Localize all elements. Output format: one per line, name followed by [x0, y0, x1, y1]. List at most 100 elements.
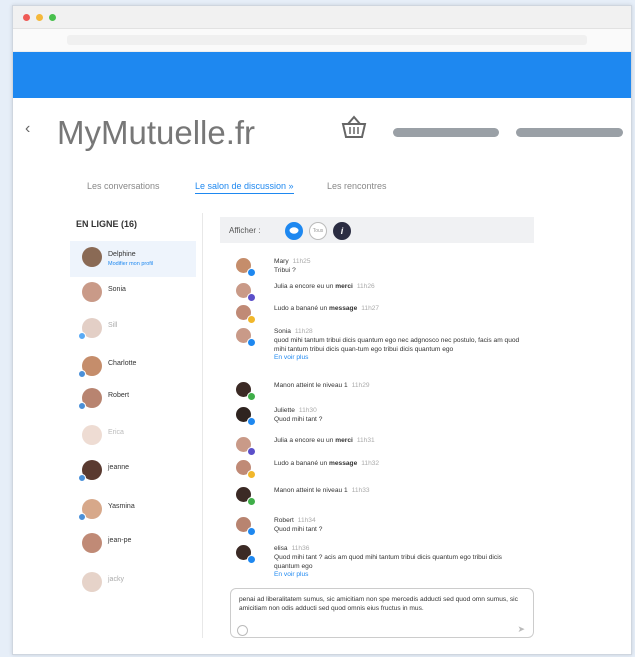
message-input[interactable]: penai ad liberalitatem sumus, sic amicit…	[239, 595, 524, 613]
message-time: 11h34	[297, 517, 316, 524]
nav-menu-placeholder-2[interactable]	[516, 128, 623, 137]
message-author[interactable]: Sonia	[274, 328, 291, 335]
nav-menu-placeholder-1[interactable]	[393, 128, 499, 137]
see-more-link[interactable]: En voir plus	[274, 354, 524, 363]
banana-badge-icon	[247, 315, 256, 324]
online-user-yasmina[interactable]: Yasmina	[70, 493, 196, 529]
status-badge	[78, 513, 86, 521]
chat-badge-icon	[247, 555, 256, 564]
address-field[interactable]	[67, 35, 587, 45]
maximize-window-icon[interactable]	[49, 14, 56, 21]
level-badge-icon	[247, 497, 256, 506]
filter-chat-button[interactable]	[285, 222, 303, 240]
minimize-window-icon[interactable]	[36, 14, 43, 21]
top-banner	[13, 52, 631, 98]
banana-badge-icon	[247, 470, 256, 479]
user-name: Charlotte	[108, 360, 137, 367]
event-highlight[interactable]: merci	[335, 437, 353, 444]
online-user-jeanne[interactable]: jeanne	[70, 454, 196, 490]
event-text: Manon atteint le niveau 1	[274, 487, 348, 494]
emoji-icon[interactable]	[237, 625, 248, 636]
filter-bar: Afficher : Tous i	[220, 217, 534, 243]
online-user-sonia[interactable]: Sonia	[70, 276, 196, 312]
message-author[interactable]: Juliette	[274, 407, 295, 414]
message-author[interactable]: elisa	[274, 545, 288, 552]
avatar	[82, 572, 102, 592]
avatar	[82, 425, 102, 445]
site-header: ‹ MyMutuelle.fr	[13, 98, 631, 166]
message-time: 11h27	[361, 305, 380, 312]
event-highlight[interactable]: message	[329, 305, 357, 312]
message-time: 11h25	[292, 258, 311, 265]
close-window-icon[interactable]	[23, 14, 30, 21]
avatar	[82, 247, 102, 267]
status-badge	[78, 332, 86, 340]
message-text: Quod mihi tant ?	[274, 415, 323, 423]
event-text: Manon atteint le niveau 1	[274, 382, 348, 389]
user-name: Sill	[108, 322, 118, 329]
status-badge	[78, 402, 86, 410]
chat-badge-icon	[247, 417, 256, 426]
user-name: Robert	[108, 392, 130, 399]
message-time: 11h29	[351, 382, 370, 389]
event-text: Julia a encore eu un	[274, 283, 336, 290]
message-text: Quod mihi tant ?	[274, 525, 323, 533]
online-users-title: EN LIGNE (16)	[76, 219, 138, 229]
message-composer[interactable]: penai ad liberalitatem sumus, sic amicit…	[230, 588, 534, 638]
message-author[interactable]: Robert	[274, 517, 294, 524]
chat-badge-icon	[247, 268, 256, 277]
basket-icon[interactable]	[339, 114, 369, 140]
avatar	[82, 282, 102, 302]
event-text: Julia a encore eu un	[274, 437, 336, 444]
see-more-link[interactable]: En voir plus	[274, 571, 504, 580]
avatar	[82, 533, 102, 553]
tab-rencontres[interactable]: Les rencontres	[327, 181, 387, 191]
filter-all-button[interactable]: Tous	[309, 222, 327, 240]
filter-label: Afficher :	[229, 226, 261, 235]
event-highlight[interactable]: merci	[335, 283, 353, 290]
online-user-charlotte[interactable]: Charlotte	[70, 350, 196, 386]
message-time: 11h31	[356, 437, 375, 444]
site-logo[interactable]: MyMutuelle.fr	[57, 114, 255, 152]
send-icon[interactable]: ➤	[517, 624, 525, 635]
user-name: jacky	[108, 576, 124, 583]
online-user-sill[interactable]: Sill	[70, 312, 196, 348]
filter-info-button[interactable]: i	[333, 222, 351, 240]
tab-conversations[interactable]: Les conversations	[87, 181, 160, 191]
message-time: 11h30	[298, 407, 317, 414]
address-bar[interactable]	[13, 29, 631, 52]
online-user-robert[interactable]: Robert	[70, 382, 196, 418]
thanks-badge-icon	[247, 447, 256, 456]
title-bar	[13, 6, 631, 29]
user-name: jean-pe	[108, 537, 132, 544]
user-name: Erica	[108, 429, 124, 436]
message-time: 11h36	[291, 545, 310, 552]
message-time: 11h33	[351, 487, 370, 494]
message-time: 11h26	[356, 283, 375, 290]
back-chevron-icon[interactable]: ‹	[25, 120, 30, 138]
chat-bubble-icon	[289, 227, 299, 234]
thanks-badge-icon	[247, 293, 256, 302]
online-user-delphine[interactable]: Delphine Modifier mon profil	[70, 241, 196, 277]
online-user-erica[interactable]: Erica	[70, 419, 196, 455]
chat-badge-icon	[247, 527, 256, 536]
tab-salon-discussion[interactable]: Le salon de discussion »	[195, 181, 294, 194]
user-name: Sonia	[108, 286, 126, 293]
user-name: Yasmina	[108, 503, 135, 510]
event-highlight[interactable]: message	[329, 460, 357, 467]
online-user-jacky[interactable]: jacky	[70, 566, 196, 602]
online-user-jean-pe[interactable]: jean-pe	[70, 527, 196, 563]
message-text: Tribui ?	[274, 266, 296, 274]
message-text: quod mihi tantum tribui dicis quantum eg…	[274, 336, 520, 353]
sidebar-divider	[202, 213, 203, 638]
status-badge	[78, 370, 86, 378]
message-time: 11h28	[294, 328, 313, 335]
level-badge-icon	[247, 392, 256, 401]
status-badge	[78, 474, 86, 482]
message-time: 11h32	[361, 460, 380, 467]
message-author[interactable]: Mary	[274, 258, 289, 265]
edit-profile-link[interactable]: Modifier mon profil	[108, 261, 153, 267]
user-name: Delphine	[108, 251, 136, 258]
chat-badge-icon	[247, 338, 256, 347]
event-text: Ludo a banané un	[274, 460, 330, 467]
